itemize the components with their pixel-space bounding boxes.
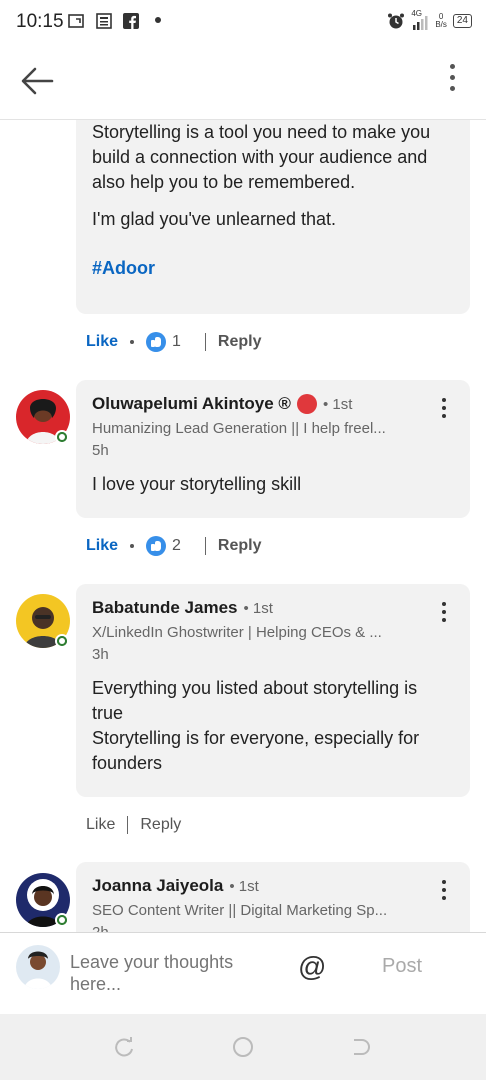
status-time: 10:15 [16, 11, 64, 32]
my-avatar [16, 945, 60, 989]
separator [204, 333, 206, 351]
reply-button[interactable]: Reply [218, 333, 262, 351]
facebook-icon [123, 13, 139, 29]
author-name[interactable]: Babatunde James [92, 598, 238, 618]
author-headline: X/LinkedIn Ghostwriter | Helping CEOs & … [92, 624, 382, 641]
system-nav-bar [0, 1014, 486, 1080]
comment-more-button[interactable] [438, 398, 450, 424]
battery-icon: 24 [452, 14, 472, 28]
comment-body: I love your storytelling skill [92, 474, 302, 494]
comment-input[interactable] [70, 951, 280, 1001]
comment-composer: @ Post [0, 932, 486, 1014]
author-headline: Humanizing Lead Generation || I help fre… [92, 420, 386, 437]
top-app-bar [0, 44, 486, 120]
separator [204, 537, 206, 555]
signal-icon: 4G [411, 9, 429, 31]
comment-more-button[interactable] [438, 880, 450, 906]
reaction-count[interactable]: 2 [172, 537, 181, 555]
reaction-count[interactable]: 1 [172, 333, 181, 351]
separator [127, 816, 129, 834]
like-button[interactable]: Like [86, 537, 118, 555]
red-circle-icon [296, 394, 317, 414]
comment-time: 2h [92, 924, 109, 932]
comment-actions: Like 1 Reply [86, 330, 262, 354]
comment-actions: Like 2 Reply [86, 534, 262, 558]
comment-time: 5h [92, 442, 109, 459]
connection-degree: • 1st [229, 877, 259, 895]
separator-dot [130, 544, 135, 548]
author-row: Joanna Jaiyeola • 1st [92, 876, 259, 896]
author-name[interactable]: Oluwapelumi Akintoye ® [92, 394, 291, 414]
online-status-icon [55, 634, 69, 648]
net-speed: 0 B/s [435, 12, 447, 29]
home-icon[interactable] [232, 1036, 254, 1058]
status-bar: 10:15 4G 0 B/s 24 [0, 0, 486, 44]
online-status-icon [55, 913, 69, 927]
like-button[interactable]: Like [86, 816, 115, 834]
screenshot-icon [68, 14, 84, 28]
alarm-icon [388, 13, 405, 29]
battery-level: 24 [456, 15, 468, 26]
separator-dot [130, 340, 135, 344]
news-icon [96, 13, 112, 29]
reply-button[interactable]: Reply [140, 816, 181, 834]
comment-actions: Like Reply [86, 813, 181, 837]
back-arrow-icon[interactable] [20, 66, 54, 96]
author-name[interactable]: Joanna Jaiyeola [92, 876, 223, 896]
comment-body: Storytelling is a tool you need to make … [92, 122, 431, 192]
hashtag-link[interactable]: #Adoor [92, 258, 155, 279]
like-button[interactable]: Like [86, 333, 118, 351]
network-type: 4G [411, 9, 422, 18]
more-options-button[interactable] [444, 64, 460, 100]
comments-feed[interactable]: Storytelling is a tool you need to make … [0, 120, 486, 932]
comment-time: 3h [92, 646, 109, 663]
author-row: Babatunde James • 1st [92, 598, 273, 618]
comment-more-button[interactable] [438, 602, 450, 628]
back-nav-icon[interactable] [350, 1036, 372, 1058]
author-row: Oluwapelumi Akintoye ® • 1st [92, 394, 352, 414]
reply-button[interactable]: Reply [218, 537, 262, 555]
like-reaction-icon[interactable] [146, 536, 167, 556]
comment-bubble: Joanna Jaiyeola • 1st SEO Content Writer… [76, 862, 470, 932]
post-button[interactable]: Post [382, 955, 422, 978]
recent-apps-icon[interactable] [113, 1036, 135, 1058]
comment-body-2: I'm glad you've unlearned that. [92, 209, 337, 229]
author-headline: SEO Content Writer || Digital Marketing … [92, 902, 388, 919]
like-reaction-icon[interactable] [146, 332, 167, 352]
online-status-icon [55, 430, 69, 444]
connection-degree: • 1st [243, 599, 273, 617]
mention-button[interactable]: @ [298, 951, 326, 983]
connection-degree: • 1st [322, 395, 353, 413]
comment-bubble: Babatunde James • 1st X/LinkedIn Ghostwr… [76, 584, 470, 797]
comment-bubble-previous: Storytelling is a tool you need to make … [76, 120, 470, 314]
comment-body: Everything you listed about storytelling… [92, 678, 420, 773]
comment-bubble: Oluwapelumi Akintoye ® • 1st Humanizing … [76, 380, 470, 518]
notification-dot [155, 17, 161, 23]
